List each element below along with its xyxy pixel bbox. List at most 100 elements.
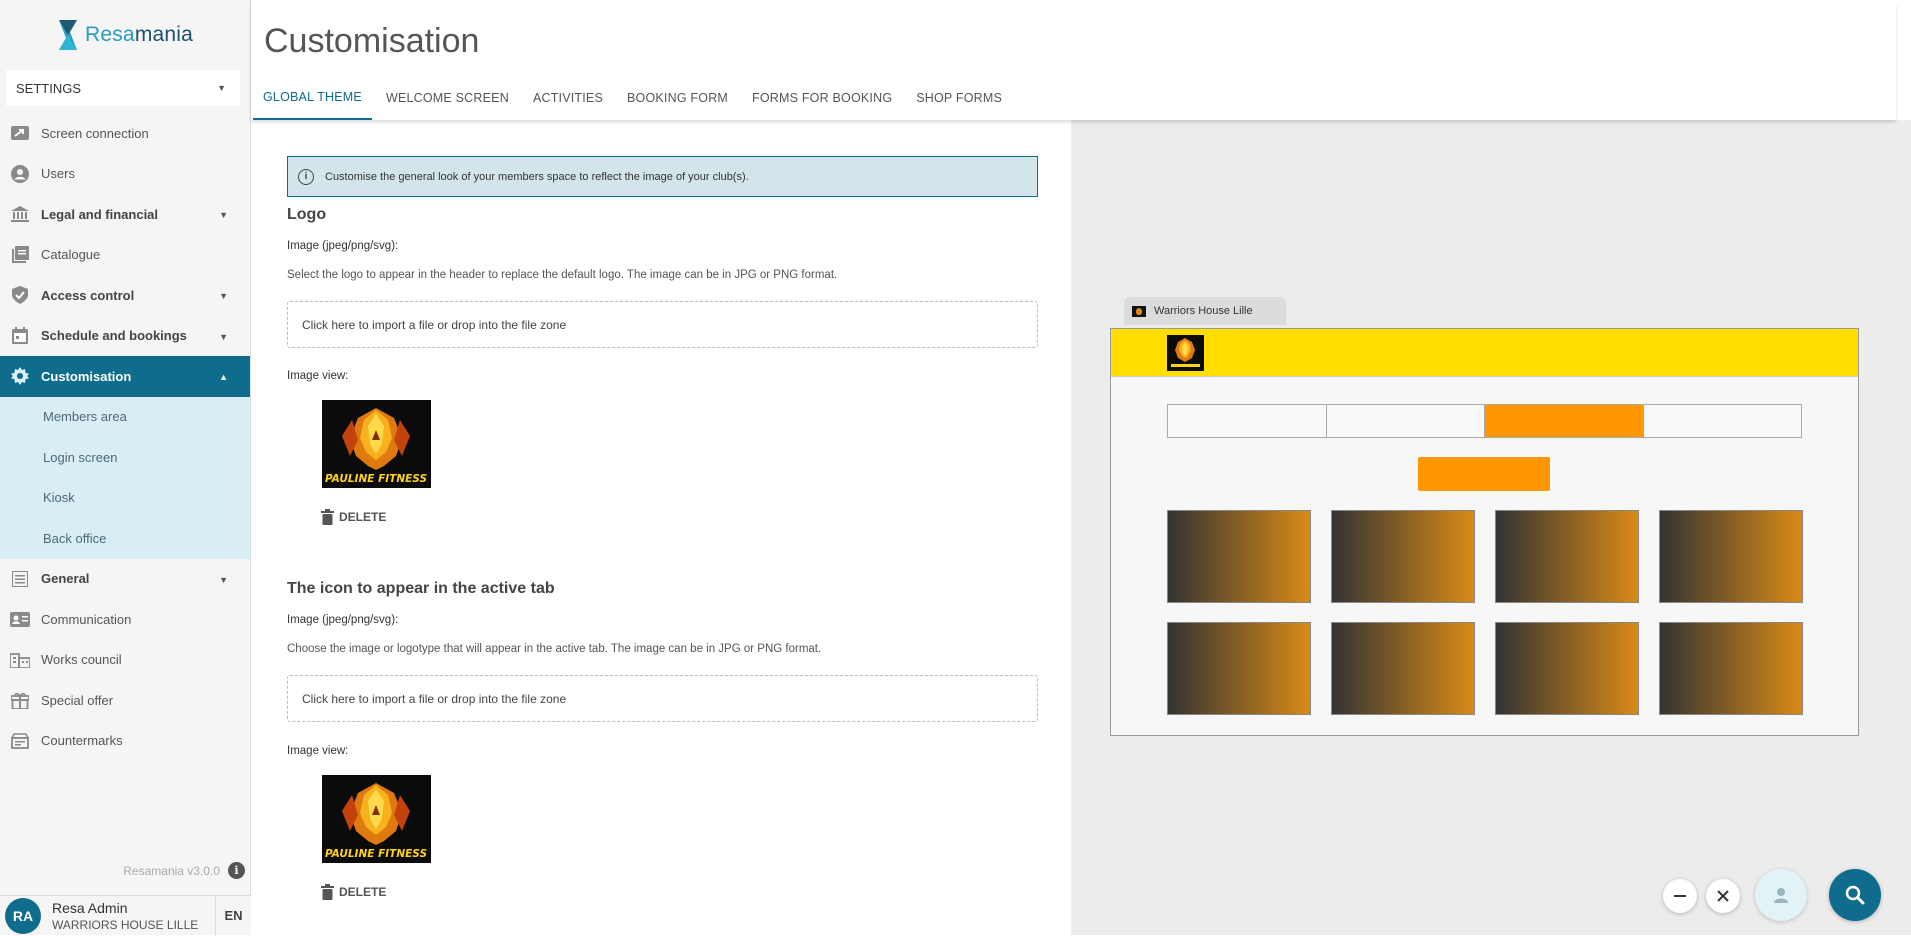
- sidebar-item-communication[interactable]: Communication: [0, 599, 250, 640]
- tab-icon-delete-label: DELETE: [339, 885, 387, 899]
- sidebar-item-label: Users: [41, 166, 75, 182]
- catalogue-icon: [9, 244, 31, 266]
- preview-card: [1659, 622, 1803, 715]
- tab-forms-for-booking[interactable]: FORMS FOR BOOKING: [742, 75, 902, 120]
- close-icon: [1717, 890, 1729, 902]
- tab-icon-dropzone-text: Click here to import a file or drop into…: [302, 691, 567, 706]
- screen-connection-icon: [9, 122, 31, 144]
- sidebar: Resamania SETTINGS ▼ Screen connection Us…: [0, 0, 251, 936]
- sidebar-item-catalogue[interactable]: Catalogue: [0, 235, 250, 276]
- logo-delete-label: DELETE: [339, 510, 387, 524]
- logo-image-label: Image (jpeg/png/svg):: [287, 240, 399, 252]
- submenu-item-kiosk[interactable]: Kiosk: [0, 478, 250, 519]
- caret-down-icon: ▼: [217, 83, 226, 93]
- preview-segment: [1485, 405, 1644, 437]
- ticket-icon: [9, 730, 31, 752]
- caret-up-icon: ▲: [219, 372, 228, 382]
- settings-select[interactable]: SETTINGS ▼: [6, 70, 240, 106]
- svg-text:PAULINE FITNESS: PAULINE FITNESS: [325, 848, 427, 860]
- sidebar-item-schedule-and-bookings[interactable]: Schedule and bookings ▼: [0, 316, 250, 357]
- tab-booking-form[interactable]: BOOKING FORM: [617, 75, 738, 120]
- submenu-item-members-area[interactable]: Members area: [0, 397, 250, 438]
- tab-activities[interactable]: ACTIVITIES: [523, 75, 613, 120]
- gift-icon: [9, 689, 31, 711]
- preview-card: [1331, 622, 1475, 715]
- sidebar-item-countermarks[interactable]: Countermarks: [0, 721, 250, 762]
- sidebar-item-general[interactable]: General ▼: [0, 559, 250, 600]
- submenu-item-login-screen[interactable]: Login screen: [0, 437, 250, 478]
- preview-segment: [1644, 405, 1802, 437]
- preview-window: [1110, 328, 1859, 736]
- sidebar-item-special-offer[interactable]: Special offer: [0, 680, 250, 721]
- tab-icon-delete-button[interactable]: DELETE: [321, 884, 386, 900]
- tab-shop-forms[interactable]: SHOP FORMS: [906, 75, 1012, 120]
- logo-section-title: Logo: [287, 206, 327, 223]
- sidebar-item-access-control[interactable]: Access control ▼: [0, 275, 250, 316]
- building-icon: [9, 649, 31, 671]
- tab-icon-section-title: The icon to appear in the active tab: [287, 580, 555, 597]
- preview-segment: [1327, 405, 1485, 437]
- preview-card: [1495, 510, 1639, 603]
- logo-dropzone[interactable]: Click here to import a file or drop into…: [287, 301, 1038, 348]
- sidebar-item-label: Access control: [41, 287, 135, 303]
- preview-card: [1167, 622, 1311, 715]
- sidebar-item-screen-connection[interactable]: Screen connection: [0, 113, 250, 154]
- sidebar-item-label: Works council: [41, 652, 122, 668]
- caret-down-icon: ▼: [219, 331, 228, 342]
- preview-card: [1167, 510, 1311, 603]
- info-icon[interactable]: i: [228, 862, 245, 879]
- sidebar-item-label: General: [41, 571, 90, 587]
- caret-down-icon: ▼: [219, 210, 228, 220]
- info-banner: i Customise the general look of your mem…: [287, 156, 1038, 197]
- theme-preview: Warriors House Lille: [1071, 120, 1911, 935]
- caret-down-icon: ▼: [219, 574, 228, 585]
- brand-name-part2: mania: [134, 23, 194, 46]
- settings-form: i Customise the general look of your mem…: [251, 120, 1055, 935]
- sidebar-item-label: Schedule and bookings: [41, 328, 187, 344]
- brand-logo[interactable]: Resamania: [0, 0, 250, 70]
- calendar-icon: [9, 325, 31, 347]
- preview-card: [1495, 622, 1639, 715]
- tab-welcome-screen[interactable]: WELCOME SCREEN: [376, 75, 519, 120]
- preview-card: [1331, 510, 1475, 603]
- user-name: Resa Admin: [52, 899, 128, 916]
- logo-delete-button[interactable]: DELETE: [321, 509, 386, 525]
- sidebar-item-label: Special offer: [41, 692, 114, 708]
- user-fab-button[interactable]: [1755, 869, 1807, 921]
- avatar[interactable]: RA: [5, 897, 41, 934]
- lion-logo-icon: [1171, 338, 1200, 367]
- tab-icon-description: Choose the image or logotype that will a…: [287, 643, 822, 655]
- minimize-button[interactable]: [1663, 879, 1697, 913]
- submenu-item-back-office[interactable]: Back office: [0, 518, 250, 559]
- preview-card: [1659, 510, 1803, 603]
- trash-icon: [321, 884, 334, 900]
- search-icon: [1845, 885, 1865, 905]
- logo-description: Select the logo to appear in the header …: [287, 269, 838, 281]
- preview-segment: [1168, 405, 1327, 437]
- tab-global-theme[interactable]: GLOBAL THEME: [253, 75, 372, 120]
- user-panel[interactable]: RA Resa Admin WARRIORS HOUSE LILLE EN: [0, 895, 251, 936]
- sidebar-item-label: Countermarks: [41, 733, 123, 749]
- sidebar-item-label: Legal and financial: [41, 206, 159, 222]
- search-fab-button[interactable]: [1829, 869, 1881, 921]
- language-switcher[interactable]: EN: [215, 895, 251, 936]
- trash-icon: [321, 509, 334, 525]
- caret-down-icon: ▼: [219, 291, 228, 301]
- brand-name-part1: Resa: [84, 23, 135, 46]
- tab-icon-preview-image: PAULINE FITNESS: [322, 775, 431, 863]
- resamania-logo-icon: [58, 20, 77, 50]
- sidebar-item-works-council[interactable]: Works council: [0, 640, 250, 681]
- sidebar-nav: Screen connection Users Legal and financia…: [0, 113, 250, 761]
- tab-icon-dropzone[interactable]: Click here to import a file or drop into…: [287, 675, 1038, 722]
- info-icon: i: [298, 168, 314, 185]
- sidebar-item-users[interactable]: Users: [0, 154, 250, 195]
- tab-bar: GLOBAL THEME WELCOME SCREEN ACTIVITIES BOOK…: [251, 75, 1014, 120]
- lion-logo-icon: PAULINE FITNESS: [325, 408, 427, 485]
- person-icon: [1774, 888, 1788, 903]
- sidebar-item-label: Communication: [41, 611, 132, 627]
- close-button[interactable]: [1706, 879, 1740, 913]
- sidebar-item-label: Screen connection: [41, 125, 149, 141]
- sidebar-item-legal-and-financial[interactable]: Legal and financial ▼: [0, 194, 250, 235]
- sidebar-item-customisation[interactable]: Customisation ▲: [0, 356, 250, 397]
- user-club: WARRIORS HOUSE LILLE: [52, 917, 199, 932]
